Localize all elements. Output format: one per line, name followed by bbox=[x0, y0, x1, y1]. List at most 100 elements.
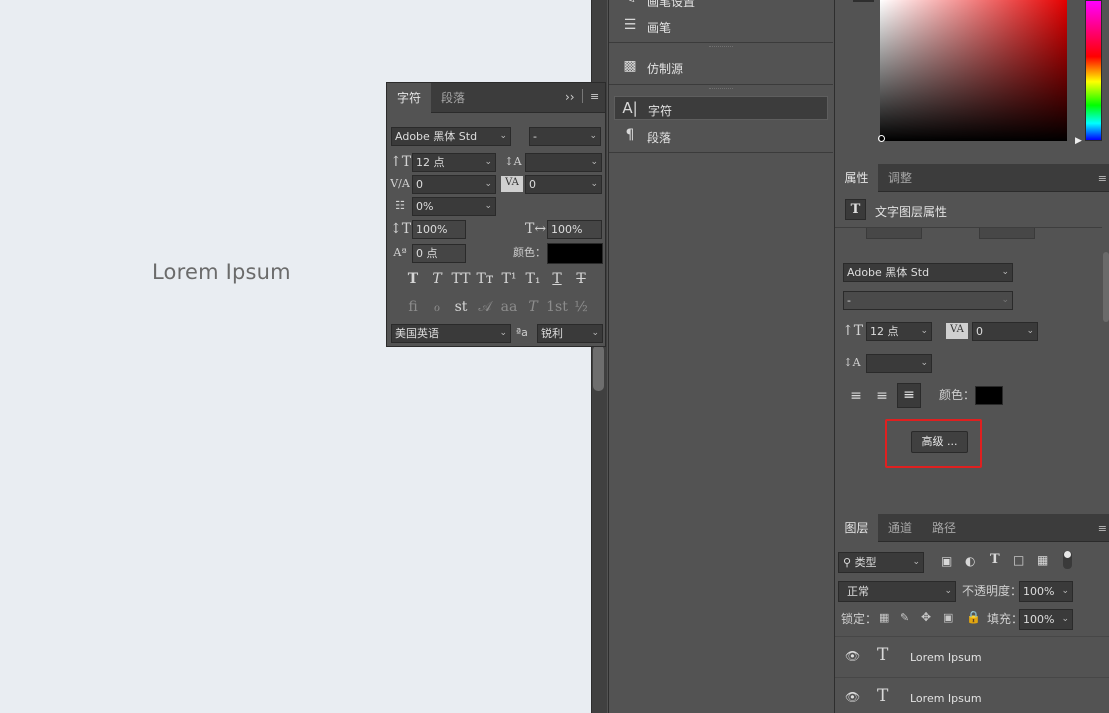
underline-button[interactable]: T bbox=[545, 270, 569, 288]
opacity-field[interactable]: 100% ⌄ bbox=[1019, 581, 1073, 602]
ordinals-button[interactable]: 1st bbox=[545, 298, 569, 316]
eye-icon[interactable]: 👁 bbox=[845, 690, 860, 704]
horizontal-scale-field[interactable]: 100% bbox=[547, 220, 602, 239]
subscript-button[interactable]: T₁ bbox=[521, 270, 545, 288]
layer-filter-select[interactable]: ⚲ 类型 ⌄ bbox=[838, 552, 924, 573]
color-picker-field[interactable] bbox=[880, 0, 1067, 141]
prop-leading-field[interactable]: ⌄ bbox=[866, 354, 932, 373]
panel-grip[interactable] bbox=[709, 46, 733, 48]
tracking-icon: VA bbox=[946, 323, 968, 339]
baseline-shift-icon: Aª bbox=[393, 246, 407, 259]
layer-row[interactable]: 👁 T Lorem Ipsum bbox=[835, 677, 1109, 713]
baseline-shift-field[interactable]: 0 点 bbox=[412, 244, 466, 263]
character-panel-tabbar: 字符 段落 ›› ≡ bbox=[387, 83, 605, 113]
hue-slider-handle[interactable]: ▶ bbox=[1075, 136, 1082, 146]
kerning-icon: V/A bbox=[390, 177, 410, 190]
type-filter-icon[interactable]: T bbox=[990, 552, 1000, 567]
shape-filter-icon[interactable]: □ bbox=[1013, 553, 1024, 567]
properties-scrollbar[interactable] bbox=[1103, 252, 1109, 322]
canvas-text-layer[interactable]: Lorem Ipsum bbox=[152, 260, 291, 284]
vertical-scale-field[interactable]: 100% bbox=[412, 220, 466, 239]
faux-italic-button[interactable]: T bbox=[425, 270, 449, 288]
opentype-toolbar: fi ℴ st 𝒜 aa T 1st ½ bbox=[401, 298, 597, 316]
panel-menu-icon[interactable]: ≡ bbox=[1098, 522, 1107, 535]
transform-field-partial[interactable] bbox=[979, 228, 1035, 239]
prop-font-size-field[interactable]: 12 点 ⌄ bbox=[866, 322, 932, 341]
leading-field[interactable]: ⌄ bbox=[525, 153, 602, 172]
layer-row[interactable]: 👁 T Lorem Ipsum bbox=[835, 636, 1109, 677]
color-swatch[interactable] bbox=[547, 243, 603, 264]
advanced-button[interactable]: 高级 ... bbox=[911, 431, 968, 453]
tab-paragraph[interactable]: 段落 bbox=[431, 83, 475, 113]
font-family-select[interactable]: Adobe 黑体 Std ⌄ bbox=[391, 127, 511, 146]
all-caps-button[interactable]: TT bbox=[449, 270, 473, 288]
tsume-field[interactable]: 0% ⌄ bbox=[412, 197, 496, 216]
align-left-icon[interactable]: ≡ bbox=[846, 386, 866, 406]
lock-position-icon[interactable]: ✥ bbox=[921, 610, 931, 624]
small-caps-button[interactable]: Tт bbox=[473, 270, 497, 288]
align-center-icon[interactable]: ≡ bbox=[872, 386, 892, 406]
character-item[interactable]: A| 字符 bbox=[614, 96, 828, 120]
prop-tracking-field[interactable]: 0 ⌄ bbox=[972, 322, 1038, 341]
chevron-down-icon: ⌄ bbox=[944, 586, 952, 596]
kerning-field[interactable]: 0 ⌄ bbox=[412, 175, 496, 194]
panel-menu-icon[interactable]: ≡ bbox=[1098, 172, 1107, 185]
tab-paths[interactable]: 路径 bbox=[922, 514, 966, 542]
titling-alternates-button[interactable]: T bbox=[521, 298, 545, 316]
image-filter-icon[interactable]: ▣ bbox=[941, 554, 952, 568]
fill-label: 填充： bbox=[987, 612, 1024, 626]
superscript-button[interactable]: T¹ bbox=[497, 270, 521, 288]
clone-source-item[interactable]: ▩ 仿制源 bbox=[609, 55, 833, 79]
prop-color-swatch[interactable] bbox=[975, 386, 1003, 405]
prop-font-style-select[interactable]: - ⌄ bbox=[843, 291, 1013, 310]
tracking-field[interactable]: 0 ⌄ bbox=[525, 175, 602, 194]
strikethrough-button[interactable]: T bbox=[569, 270, 593, 288]
blend-mode-select[interactable]: 正常 ⌄ bbox=[838, 581, 956, 602]
lock-all-icon[interactable]: 🔒 bbox=[966, 610, 981, 624]
brush-settings-item[interactable]: ✎ 画笔设置 bbox=[609, 0, 833, 12]
tab-properties[interactable]: 属性 bbox=[835, 164, 878, 192]
prop-font-family-select[interactable]: Adobe 黑体 Std ⌄ bbox=[843, 263, 1013, 282]
transform-field-partial[interactable] bbox=[866, 228, 922, 239]
layer-name[interactable]: Lorem Ipsum bbox=[910, 651, 982, 664]
discretionary-ligatures-button[interactable]: st bbox=[449, 298, 473, 316]
fill-field[interactable]: 100% ⌄ bbox=[1019, 609, 1073, 630]
brush-item[interactable]: ☰ 画笔 bbox=[609, 14, 833, 38]
tab-layers[interactable]: 图层 bbox=[835, 514, 878, 542]
smart-object-filter-icon[interactable]: ▦ bbox=[1037, 553, 1048, 567]
canvas-scroll-thumb[interactable] bbox=[593, 345, 604, 391]
tab-adjustments[interactable]: 调整 bbox=[878, 164, 922, 192]
lock-brush-icon[interactable]: ✎ bbox=[900, 611, 909, 624]
double-chevron-right-icon[interactable]: ›› bbox=[565, 90, 575, 104]
chevron-down-icon: ⌄ bbox=[591, 328, 599, 338]
align-right-icon[interactable]: ≡ bbox=[897, 383, 921, 408]
contextual-alternates-button[interactable]: ℴ bbox=[425, 298, 449, 316]
search-icon: ⚲ bbox=[843, 556, 855, 569]
swash-button[interactable]: 𝒜 bbox=[473, 298, 497, 316]
eye-icon[interactable]: 👁 bbox=[845, 649, 860, 663]
vertical-scale-icon: ↕T bbox=[390, 221, 412, 237]
antialias-select[interactable]: 锐利 ⌄ bbox=[537, 324, 603, 343]
chevron-down-icon: ⌄ bbox=[912, 557, 920, 567]
chevron-down-icon: ⌄ bbox=[484, 157, 492, 167]
tab-channels[interactable]: 通道 bbox=[878, 514, 922, 542]
panel-menu-icon[interactable]: ≡ bbox=[590, 90, 599, 103]
tab-character[interactable]: 字符 bbox=[387, 83, 431, 113]
ligatures-button[interactable]: fi bbox=[401, 298, 425, 316]
faux-bold-button[interactable]: T bbox=[401, 270, 425, 288]
stylistic-alternates-button[interactable]: aa bbox=[497, 298, 521, 316]
font-size-field[interactable]: 12 点 ⌄ bbox=[412, 153, 496, 172]
adjustment-filter-icon[interactable]: ◐ bbox=[965, 554, 975, 568]
hue-slider[interactable] bbox=[1085, 0, 1102, 141]
font-style-select[interactable]: - ⌄ bbox=[529, 127, 601, 146]
paragraph-item[interactable]: ¶ 段落 bbox=[609, 124, 833, 148]
layer-name[interactable]: Lorem Ipsum bbox=[910, 692, 982, 705]
lock-transparent-icon[interactable]: ▦ bbox=[879, 611, 889, 624]
language-select[interactable]: 美国英语 ⌄ bbox=[391, 324, 511, 343]
fractions-button[interactable]: ½ bbox=[569, 298, 593, 316]
font-size-icon: ↑T bbox=[390, 154, 412, 170]
filter-toggle-knob[interactable] bbox=[1064, 551, 1071, 558]
lock-artboard-icon[interactable]: ▣ bbox=[943, 611, 953, 624]
color-picker-cursor[interactable] bbox=[878, 135, 885, 142]
panel-grip[interactable] bbox=[709, 88, 733, 90]
